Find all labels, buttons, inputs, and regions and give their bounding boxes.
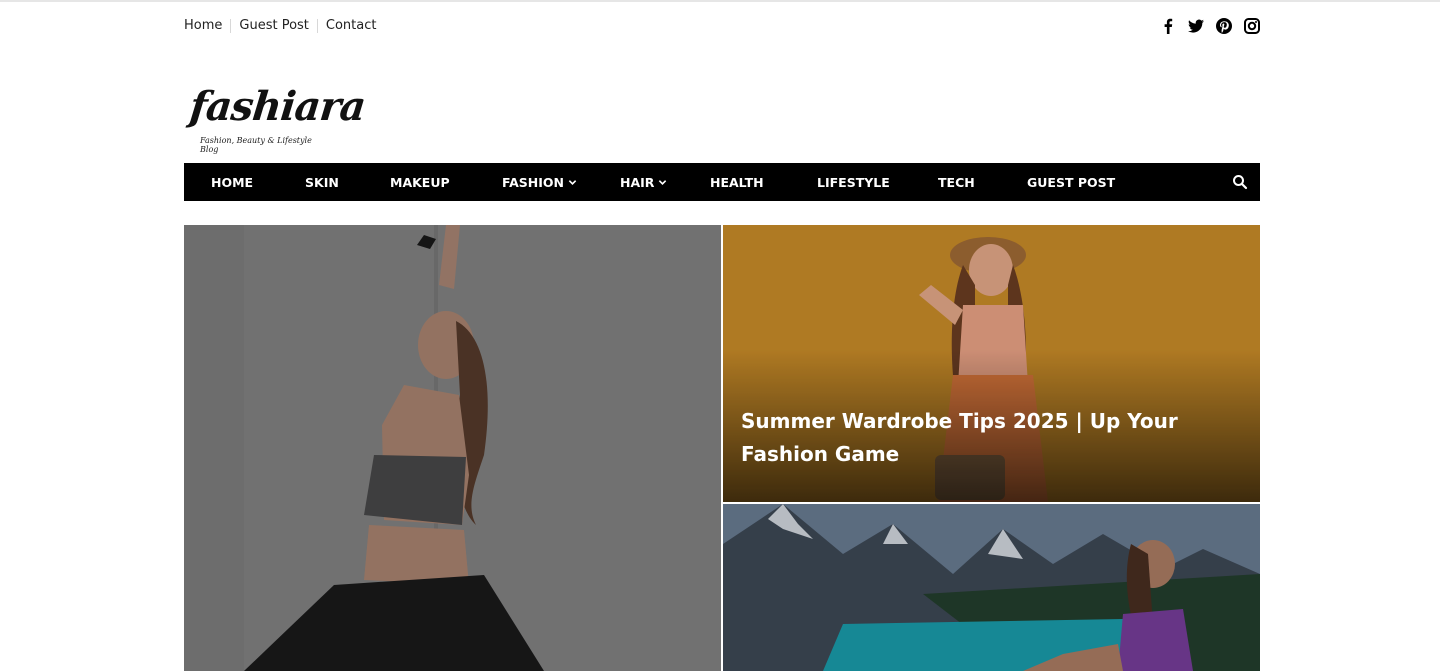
nav-item-tech[interactable]: TECH bbox=[938, 163, 975, 201]
chevron-down-icon bbox=[659, 179, 667, 185]
search-icon[interactable] bbox=[1232, 174, 1248, 190]
nav-item-label: SKIN bbox=[305, 174, 339, 190]
top-link-guest-post[interactable]: Guest Post bbox=[230, 19, 317, 33]
top-link-contact[interactable]: Contact bbox=[316, 19, 385, 33]
instagram-icon[interactable] bbox=[1244, 17, 1260, 35]
top-bar: Home Guest Post Contact bbox=[184, 14, 1260, 38]
hero-post-travel[interactable] bbox=[723, 504, 1260, 671]
top-links: Home Guest Post Contact bbox=[184, 19, 384, 33]
nav-item-guest-post[interactable]: GUEST POST bbox=[1027, 163, 1115, 201]
hero-post-summer-wardrobe[interactable]: Summer Wardrobe Tips 2025 | Up Your Fash… bbox=[723, 225, 1260, 502]
nav-item-label: HAIR bbox=[620, 174, 655, 190]
twitter-icon[interactable] bbox=[1188, 17, 1204, 35]
nav-item-label: MAKEUP bbox=[390, 174, 450, 190]
logo-wordmark: fashiara bbox=[187, 83, 368, 130]
nav-item-label: FASHION bbox=[502, 174, 564, 190]
summer-wardrobe-title[interactable]: Summer Wardrobe Tips 2025 | Up Your Fash… bbox=[741, 405, 1241, 471]
main-nav: HOME SKIN MAKEUP FASHION HAIR HEALTH LIF… bbox=[184, 163, 1260, 201]
nav-item-label: TECH bbox=[938, 174, 975, 190]
nav-item-label: GUEST POST bbox=[1027, 174, 1116, 190]
nav-item-fashion[interactable]: FASHION bbox=[502, 163, 577, 201]
facebook-icon[interactable] bbox=[1160, 17, 1176, 35]
hero-post-main[interactable] bbox=[184, 225, 721, 671]
nav-item-home[interactable]: HOME bbox=[211, 163, 253, 201]
top-link-home[interactable]: Home bbox=[184, 19, 230, 33]
nav-item-makeup[interactable]: MAKEUP bbox=[390, 163, 450, 201]
site-logo[interactable]: fashiara Fashion, Beauty & Lifestyle Blo… bbox=[187, 80, 368, 160]
chevron-down-icon bbox=[568, 179, 577, 185]
travel-lake-image bbox=[723, 504, 1260, 671]
nav-item-label: LIFESTYLE bbox=[817, 174, 890, 190]
nav-item-label: HEALTH bbox=[710, 174, 764, 190]
social-links bbox=[1160, 17, 1260, 35]
nav-item-health[interactable]: HEALTH bbox=[710, 163, 764, 201]
nav-item-lifestyle[interactable]: LIFESTYLE bbox=[817, 163, 890, 201]
top-border bbox=[0, 0, 1440, 2]
logo-tagline: Fashion, Beauty & Lifestyle Blog bbox=[200, 136, 312, 154]
pinterest-icon[interactable] bbox=[1216, 17, 1232, 35]
nav-item-hair[interactable]: HAIR bbox=[620, 163, 667, 201]
nav-item-skin[interactable]: SKIN bbox=[305, 163, 339, 201]
hero-main-image bbox=[184, 225, 721, 671]
nav-item-label: HOME bbox=[211, 174, 254, 190]
